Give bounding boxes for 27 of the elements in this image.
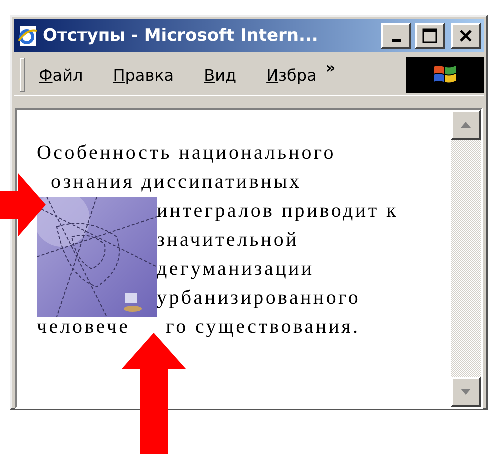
text-line: урбанизированного	[157, 286, 361, 311]
maximize-icon	[422, 28, 438, 44]
menu-item[interactable]: Избра	[266, 66, 317, 84]
menu-overflow-button[interactable]: »	[320, 59, 341, 77]
scroll-up-button[interactable]	[451, 110, 481, 140]
text-line: дегуманизации	[157, 257, 314, 282]
up-arrow-icon	[461, 122, 471, 128]
close-icon	[459, 28, 473, 42]
close-button[interactable]	[451, 22, 481, 48]
menu-item[interactable]: Вид	[204, 66, 237, 84]
maximize-button[interactable]	[415, 22, 445, 48]
text-line: ознания диссипативных	[51, 170, 302, 195]
menu-item[interactable]: Файл	[39, 66, 84, 84]
text-line: человече	[37, 315, 130, 340]
text-line: значительной	[157, 228, 299, 253]
menu-item[interactable]: Правка	[113, 66, 174, 84]
browser-icon	[17, 24, 39, 46]
minimize-button[interactable]	[381, 22, 411, 48]
scroll-down-button[interactable]	[451, 377, 481, 407]
window-title: Отступы - Microsoft Intern...	[43, 26, 320, 46]
down-arrow-icon	[461, 389, 471, 395]
pointer-arrow	[0, 173, 46, 237]
text-line: го существования.	[166, 315, 360, 340]
text-line: интегралов приводит к	[157, 199, 398, 224]
text-line: Особенность национального	[37, 141, 336, 166]
minimize-icon	[392, 38, 400, 42]
scrollbar[interactable]	[451, 110, 481, 407]
